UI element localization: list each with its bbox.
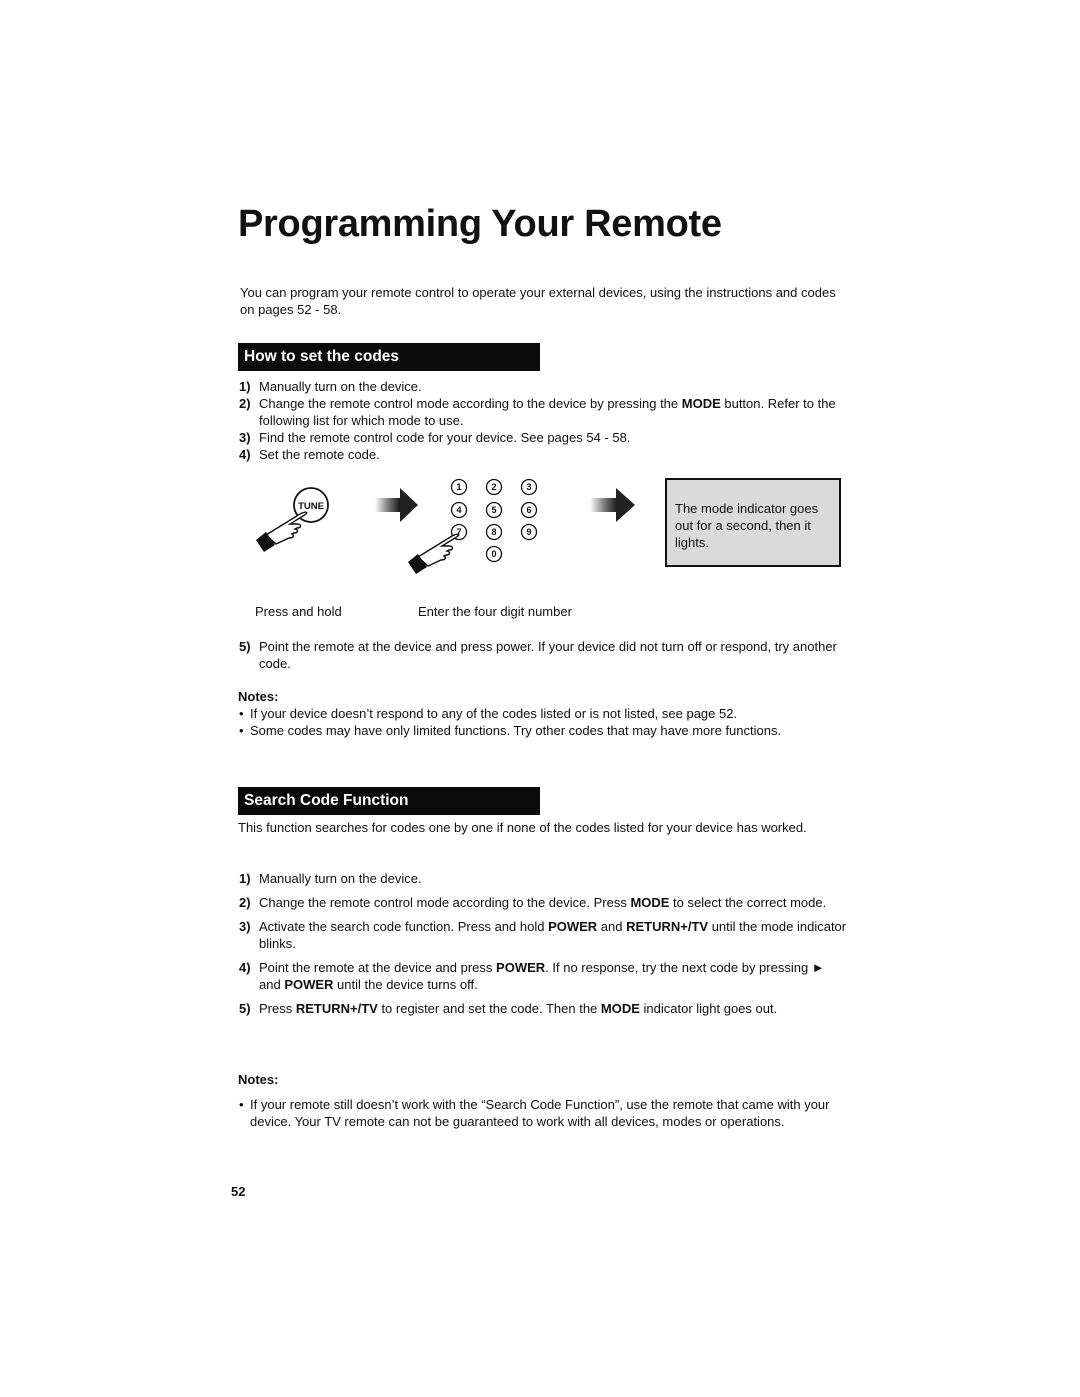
section-heading-how-to-set-codes: How to set the codes [238,343,540,371]
key-digit-label: 3 [526,482,531,492]
page-title: Programming Your Remote [238,203,722,245]
keypad-icon: 1 2 3 4 5 6 7 8 9 0 [450,478,538,563]
note-item: Some codes may have only limited functio… [238,722,858,739]
caption-enter-digits: Enter the four digit number [418,604,572,619]
key-digit-label: 6 [526,505,531,515]
tune-label: TUNE [298,501,324,512]
arrow-right-icon [590,488,635,522]
step-item: 2) Change the remote control mode accordi… [239,895,827,910]
step-item: 4) Point the remote at the device and pre… [239,960,825,992]
key-digit-label: 5 [491,505,496,515]
step-item: 5) Point the remote at the device and pre… [239,639,837,671]
arrow-right-icon [375,488,418,522]
key-digit-label: 9 [526,527,531,537]
search-code-notes: If your remote still doesn’t work with t… [238,1096,838,1130]
page-number: 52 [231,1184,246,1199]
pointing-hand-icon [256,511,308,552]
key-1: 1 [450,478,468,496]
key-0: 0 [485,545,503,563]
how-to-set-steps: 1) Manually turn on the device. 2) Change … [239,378,849,463]
how-to-set-notes: If your device doesn’t respond to any of… [238,705,858,739]
key-digit-label: 2 [491,482,496,492]
key-digit-label: 1 [456,482,461,492]
step-item: 1) Manually turn on the device. [239,379,422,394]
search-code-steps: 1) Manually turn on the device. 2) Change … [239,870,849,1024]
pointing-hand-icon [408,533,460,574]
mode-indicator-note: The mode indicator goes out for a second… [665,478,841,567]
step-item: 3) Find the remote control code for your … [239,430,631,445]
section-heading-search-code: Search Code Function [238,787,540,815]
key-2: 2 [485,478,503,496]
step-item: 3) Activate the search code function. Pre… [239,919,847,951]
key-5: 5 [485,501,503,519]
key-4: 4 [450,501,468,519]
key-9: 9 [520,523,538,541]
how-to-set-step-5: 5) Point the remote at the device and pre… [239,638,849,672]
key-8: 8 [485,523,503,541]
key-digit-label: 0 [491,549,496,559]
notes-heading: Notes: [238,1072,279,1087]
key-digit-label: 8 [491,527,496,537]
step-item: 4) Set the remote code. [239,447,380,462]
key-6: 6 [520,501,538,519]
caption-press-and-hold: Press and hold [255,604,342,619]
intro-paragraph: You can program your remote control to o… [240,285,836,317]
key-digit-label: 4 [456,505,461,515]
step-item: 1) Manually turn on the device. [239,871,422,886]
note-item: If your device doesn’t respond to any of… [238,705,858,722]
note-item: If your remote still doesn’t work with t… [238,1096,838,1130]
search-code-intro: This function searches for codes one by … [238,820,807,835]
key-3: 3 [520,478,538,496]
step-item: 5) Press RETURN+/TV to register and set t… [239,1001,778,1016]
step-item: 2) Change the remote control mode accordi… [239,396,836,428]
notes-heading: Notes: [238,689,279,704]
